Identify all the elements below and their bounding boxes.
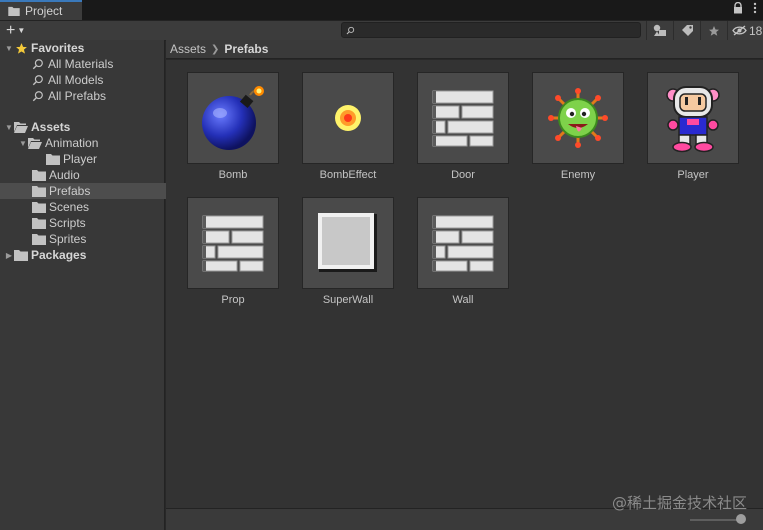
- asset-superwall[interactable]: SuperWall: [300, 197, 396, 306]
- asset-label: Wall: [452, 294, 474, 306]
- tab-menu: [733, 1, 757, 17]
- asset-thumbnail[interactable]: [647, 72, 739, 164]
- enemy-virus-icon: [548, 88, 608, 148]
- tab-label: Project: [25, 4, 63, 18]
- folder-icon: [8, 6, 20, 16]
- project-toolbar: + ▼ 18: [0, 21, 763, 41]
- brick-wall-icon: [431, 214, 495, 272]
- chevron-down-icon: ▼: [17, 26, 26, 35]
- folder-icon: [32, 216, 46, 230]
- asset-player[interactable]: Player: [645, 72, 741, 181]
- breadcrumb-assets[interactable]: Assets: [170, 42, 206, 56]
- tab-bar: Project: [0, 0, 763, 21]
- folder-open-icon: [28, 136, 42, 150]
- eye-slash-icon: [732, 25, 747, 36]
- folder-icon: [14, 248, 28, 262]
- watermark: @稀土掘金技术社区: [611, 494, 747, 512]
- tree-label: All Prefabs: [48, 89, 107, 103]
- folder-icon: [32, 232, 46, 246]
- asset-thumbnail[interactable]: [532, 72, 624, 164]
- asset-bomb[interactable]: Bomb: [185, 72, 281, 181]
- asset-label: BombEffect: [319, 169, 377, 181]
- collapse-arrow-icon[interactable]: ▶: [4, 251, 14, 260]
- asset-label: Bomb: [218, 169, 248, 181]
- explosion-effect-icon: [335, 105, 361, 131]
- expand-arrow-icon[interactable]: ▼: [18, 139, 28, 148]
- filter-by-label-icon[interactable]: [673, 21, 700, 40]
- asset-enemy[interactable]: Enemy: [530, 72, 626, 181]
- expand-arrow-icon[interactable]: ▼: [4, 44, 14, 53]
- project-tab[interactable]: Project: [0, 0, 82, 20]
- folder-icon: [32, 184, 46, 198]
- filter-by-type-icon[interactable]: [646, 21, 673, 40]
- tree-label: Scenes: [49, 200, 90, 214]
- tree-packages[interactable]: ▶ Packages: [0, 247, 168, 263]
- brick-wall-icon: [431, 89, 495, 147]
- asset-label: Door: [451, 169, 475, 181]
- add-label: +: [6, 21, 16, 39]
- breadcrumb-prefabs[interactable]: Prefabs: [224, 42, 268, 56]
- lock-icon[interactable]: [733, 1, 743, 17]
- chevron-right-icon: ❯: [211, 43, 220, 55]
- asset-wall[interactable]: Wall: [415, 197, 511, 306]
- tree-label: Audio: [49, 168, 80, 182]
- search-icon: [31, 89, 45, 103]
- asset-label: Player: [677, 169, 709, 181]
- create-asset-button[interactable]: + ▼: [6, 21, 25, 40]
- tree-label: Scripts: [49, 216, 86, 230]
- thumbnail-size-slider-handle[interactable]: [736, 514, 746, 524]
- asset-thumbnail[interactable]: [302, 197, 394, 289]
- asset-bombeffect[interactable]: BombEffect: [300, 72, 396, 181]
- search-icon: [31, 73, 45, 87]
- search-icon: [31, 57, 45, 71]
- breadcrumb: Assets ❯ Prefabs: [166, 40, 763, 59]
- asset-prop[interactable]: Prop: [185, 197, 281, 306]
- tree-label: All Models: [48, 73, 104, 87]
- asset-thumbnail[interactable]: [187, 197, 279, 289]
- tree-label: Packages: [31, 248, 87, 262]
- tree-label: Prefabs: [49, 184, 91, 198]
- asset-label: Prop: [221, 294, 245, 306]
- hidden-packages-toggle[interactable]: 18: [727, 21, 763, 40]
- favorite-star-icon[interactable]: [700, 21, 727, 40]
- folder-icon: [32, 168, 46, 182]
- asset-door[interactable]: Door: [415, 72, 511, 181]
- bomb-icon: [202, 86, 264, 150]
- kebab-menu-icon[interactable]: [753, 2, 757, 17]
- tree-favorites[interactable]: ▼ Favorites: [0, 40, 168, 56]
- star-icon: [14, 41, 28, 55]
- search-field[interactable]: [341, 22, 642, 39]
- tree-label: Sprites: [49, 232, 87, 246]
- search-icon: [346, 26, 355, 35]
- asset-thumbnail[interactable]: [417, 197, 509, 289]
- tree-label: Favorites: [31, 41, 85, 55]
- thumbnail-size-slider[interactable]: [690, 519, 740, 521]
- search-input[interactable]: [358, 23, 642, 39]
- folder-open-icon: [14, 120, 28, 134]
- tree-label: Assets: [31, 120, 71, 134]
- toolbar-filters: 18: [646, 21, 763, 40]
- tree-assets[interactable]: ▼ Assets: [0, 119, 168, 135]
- hidden-packages-count: 18: [749, 23, 763, 38]
- asset-grid: Bomb BombEffect Door Enemy Player Prop S…: [166, 60, 763, 508]
- bomberman-player-icon: [666, 86, 720, 153]
- solid-block-icon: [318, 213, 377, 272]
- project-folder-tree: ▼ Favorites All Materials All Models All…: [0, 40, 196, 530]
- asset-label: SuperWall: [322, 294, 374, 306]
- tree-label: All Materials: [48, 57, 114, 71]
- asset-thumbnail[interactable]: [187, 72, 279, 164]
- folder-icon: [32, 200, 46, 214]
- tree-label: Animation: [45, 136, 99, 150]
- asset-thumbnail[interactable]: [302, 72, 394, 164]
- asset-label: Enemy: [560, 169, 596, 181]
- tree-folder-animation[interactable]: ▼ Animation: [0, 135, 182, 151]
- asset-thumbnail[interactable]: [417, 72, 509, 164]
- tree-label: Player: [63, 152, 98, 166]
- folder-icon: [46, 152, 60, 166]
- brick-wall-icon: [201, 214, 265, 272]
- expand-arrow-icon[interactable]: ▼: [4, 123, 14, 132]
